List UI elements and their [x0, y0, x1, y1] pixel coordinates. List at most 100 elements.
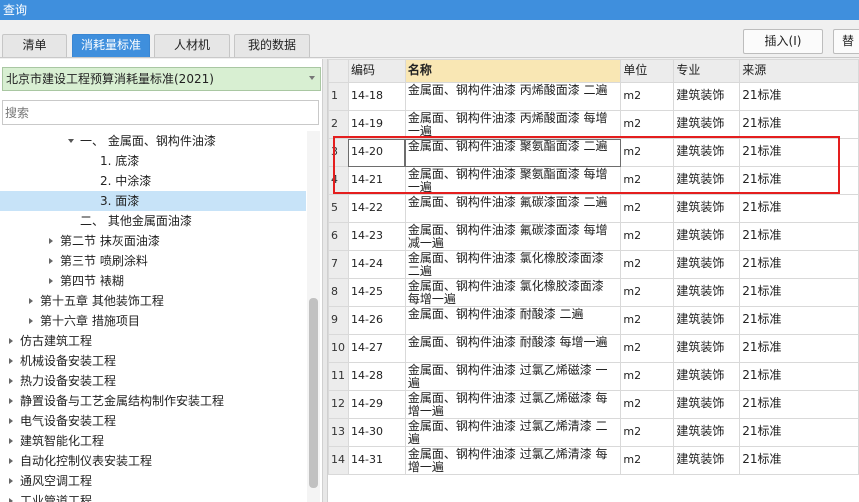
cell-name[interactable]: 金属面、钢构件油漆 过氯乙烯磁漆 一遍 [404, 362, 622, 391]
cell-name[interactable]: 金属面、钢构件油漆 氟碳漆面漆 每增减一遍 [404, 222, 622, 251]
cell-source[interactable]: 21标准 [739, 110, 859, 139]
cell-unit[interactable]: m2 [620, 250, 675, 279]
cell-source[interactable]: 21标准 [739, 334, 859, 363]
table-row[interactable]: 13 14-30 金属面、钢构件油漆 过氯乙烯清漆 二遍 m2 建筑装饰 21标准 [328, 418, 859, 447]
table-row[interactable]: 10 14-27 金属面、钢构件油漆 耐酸漆 每增一遍 m2 建筑装饰 21标准 [328, 334, 859, 363]
column-header-name[interactable]: 名称 [404, 59, 622, 83]
cell-code[interactable]: 14-23 [347, 222, 406, 251]
cell-unit[interactable]: m2 [620, 138, 675, 167]
cell-unit[interactable]: m2 [620, 278, 675, 307]
cell-source[interactable]: 21标准 [739, 138, 859, 167]
collapse-arrow-icon[interactable] [9, 498, 13, 502]
cell-code[interactable]: 14-29 [347, 390, 406, 419]
tree-node[interactable]: 热力设备安装工程 [0, 371, 306, 391]
column-header-unit[interactable]: 单位 [620, 59, 675, 83]
cell-source[interactable]: 21标准 [739, 166, 859, 195]
cell-category[interactable]: 建筑装饰 [673, 390, 741, 419]
tree-node[interactable]: 工业管道工程 [0, 491, 306, 502]
search-input[interactable] [2, 100, 319, 125]
tree-node[interactable]: 机械设备安装工程 [0, 351, 306, 371]
tab-bill-list[interactable]: 清单 [2, 34, 67, 57]
collapse-arrow-icon[interactable] [49, 238, 53, 244]
cell-unit[interactable]: m2 [620, 418, 675, 447]
cell-source[interactable]: 21标准 [739, 250, 859, 279]
cell-code[interactable]: 14-25 [347, 278, 406, 307]
cell-category[interactable]: 建筑装饰 [673, 446, 741, 475]
cell-unit[interactable]: m2 [620, 334, 675, 363]
collapse-arrow-icon[interactable] [9, 338, 13, 344]
tree-node[interactable]: 电气设备安装工程 [0, 411, 306, 431]
cell-source[interactable]: 21标准 [739, 390, 859, 419]
cell-unit[interactable]: m2 [620, 362, 675, 391]
row-index[interactable]: 14 [328, 446, 349, 475]
tree-node[interactable]: 2. 中涂漆 [0, 171, 306, 191]
tree-node[interactable]: 1. 底漆 [0, 151, 306, 171]
cell-unit[interactable]: m2 [620, 194, 675, 223]
cell-category[interactable]: 建筑装饰 [673, 138, 741, 167]
tree-node[interactable]: 二、 其他金属面油漆 [0, 211, 306, 231]
tree-node[interactable]: 第三节 喷刷涂料 [0, 251, 306, 271]
table-row[interactable]: 6 14-23 金属面、钢构件油漆 氟碳漆面漆 每增减一遍 m2 建筑装饰 21标准 [328, 222, 859, 251]
cell-category[interactable]: 建筑装饰 [673, 306, 741, 335]
row-index[interactable]: 5 [328, 194, 349, 223]
row-index[interactable]: 6 [328, 222, 349, 251]
cell-code[interactable]: 14-18 [347, 82, 406, 111]
cell-name[interactable]: 金属面、钢构件油漆 丙烯酸面漆 每增一遍 [404, 110, 622, 139]
insert-button[interactable]: 插入(I) [743, 29, 823, 54]
row-index[interactable]: 2 [328, 110, 349, 139]
expand-arrow-icon[interactable] [68, 139, 74, 143]
tree-node[interactable]: 自动化控制仪表安装工程 [0, 451, 306, 471]
cell-name[interactable]: 金属面、钢构件油漆 过氯乙烯清漆 二遍 [404, 418, 622, 447]
tree-node[interactable]: 仿古建筑工程 [0, 331, 306, 351]
cell-name[interactable]: 金属面、钢构件油漆 氯化橡胶漆面漆 每增一遍 [404, 278, 622, 307]
tree-node[interactable]: 3. 面漆 [0, 191, 306, 211]
tree-node[interactable]: 静置设备与工艺金属结构制作安装工程 [0, 391, 306, 411]
tree-scrollbar[interactable] [307, 131, 320, 502]
table-row[interactable]: 3 14-20 金属面、钢构件油漆 聚氨酯面漆 二遍 m2 建筑装饰 21标准 [328, 138, 859, 167]
column-header-source[interactable]: 来源 [739, 59, 859, 83]
cell-unit[interactable]: m2 [620, 446, 675, 475]
cell-code[interactable]: 14-26 [347, 306, 406, 335]
tree-node[interactable]: 通风空调工程 [0, 471, 306, 491]
cell-code[interactable]: 14-22 [347, 194, 406, 223]
row-index[interactable]: 9 [328, 306, 349, 335]
column-header-code[interactable]: 编码 [347, 59, 406, 83]
cell-source[interactable]: 21标准 [739, 82, 859, 111]
cell-code[interactable]: 14-20 [347, 138, 406, 167]
tab-consumption-standard[interactable]: 消耗量标准 [72, 34, 150, 57]
row-index[interactable]: 11 [328, 362, 349, 391]
cell-code[interactable]: 14-27 [347, 334, 406, 363]
tree-node[interactable]: 建筑智能化工程 [0, 431, 306, 451]
tab-my-data[interactable]: 我的数据 [234, 34, 310, 57]
cell-name[interactable]: 金属面、钢构件油漆 丙烯酸面漆 二遍 [404, 82, 622, 111]
collapse-arrow-icon[interactable] [9, 378, 13, 384]
tree-node[interactable]: 第十五章 其他装饰工程 [0, 291, 306, 311]
cell-source[interactable]: 21标准 [739, 194, 859, 223]
cell-category[interactable]: 建筑装饰 [673, 166, 741, 195]
table-row[interactable]: 8 14-25 金属面、钢构件油漆 氯化橡胶漆面漆 每增一遍 m2 建筑装饰 21标准 [328, 278, 859, 307]
cell-name[interactable]: 金属面、钢构件油漆 氟碳漆面漆 二遍 [404, 194, 622, 223]
cell-code[interactable]: 14-24 [347, 250, 406, 279]
collapse-arrow-icon[interactable] [9, 478, 13, 484]
cell-source[interactable]: 21标准 [739, 418, 859, 447]
tree-node[interactable]: 一、 金属面、钢构件油漆 [0, 131, 306, 151]
cell-unit[interactable]: m2 [620, 82, 675, 111]
cell-category[interactable]: 建筑装饰 [673, 418, 741, 447]
row-index[interactable]: 13 [328, 418, 349, 447]
table-row[interactable]: 1 14-18 金属面、钢构件油漆 丙烯酸面漆 二遍 m2 建筑装饰 21标准 [328, 82, 859, 111]
tree-node[interactable]: 第四节 裱糊 [0, 271, 306, 291]
table-row[interactable]: 14 14-31 金属面、钢构件油漆 过氯乙烯清漆 每增一遍 m2 建筑装饰 21标准 [328, 446, 859, 475]
table-row[interactable]: 7 14-24 金属面、钢构件油漆 氯化橡胶漆面漆 二遍 m2 建筑装饰 21标准 [328, 250, 859, 279]
collapse-arrow-icon[interactable] [29, 298, 33, 304]
row-index[interactable]: 10 [328, 334, 349, 363]
tree-scrollbar-thumb[interactable] [309, 298, 318, 488]
cell-name[interactable]: 金属面、钢构件油漆 过氯乙烯磁漆 每增一遍 [404, 390, 622, 419]
collapse-arrow-icon[interactable] [9, 458, 13, 464]
row-index[interactable]: 1 [328, 82, 349, 111]
cell-name[interactable]: 金属面、钢构件油漆 耐酸漆 每增一遍 [404, 334, 622, 363]
cell-source[interactable]: 21标准 [739, 362, 859, 391]
cell-name[interactable]: 金属面、钢构件油漆 过氯乙烯清漆 每增一遍 [404, 446, 622, 475]
table-row[interactable]: 9 14-26 金属面、钢构件油漆 耐酸漆 二遍 m2 建筑装饰 21标准 [328, 306, 859, 335]
collapse-arrow-icon[interactable] [49, 258, 53, 264]
cell-category[interactable]: 建筑装饰 [673, 362, 741, 391]
